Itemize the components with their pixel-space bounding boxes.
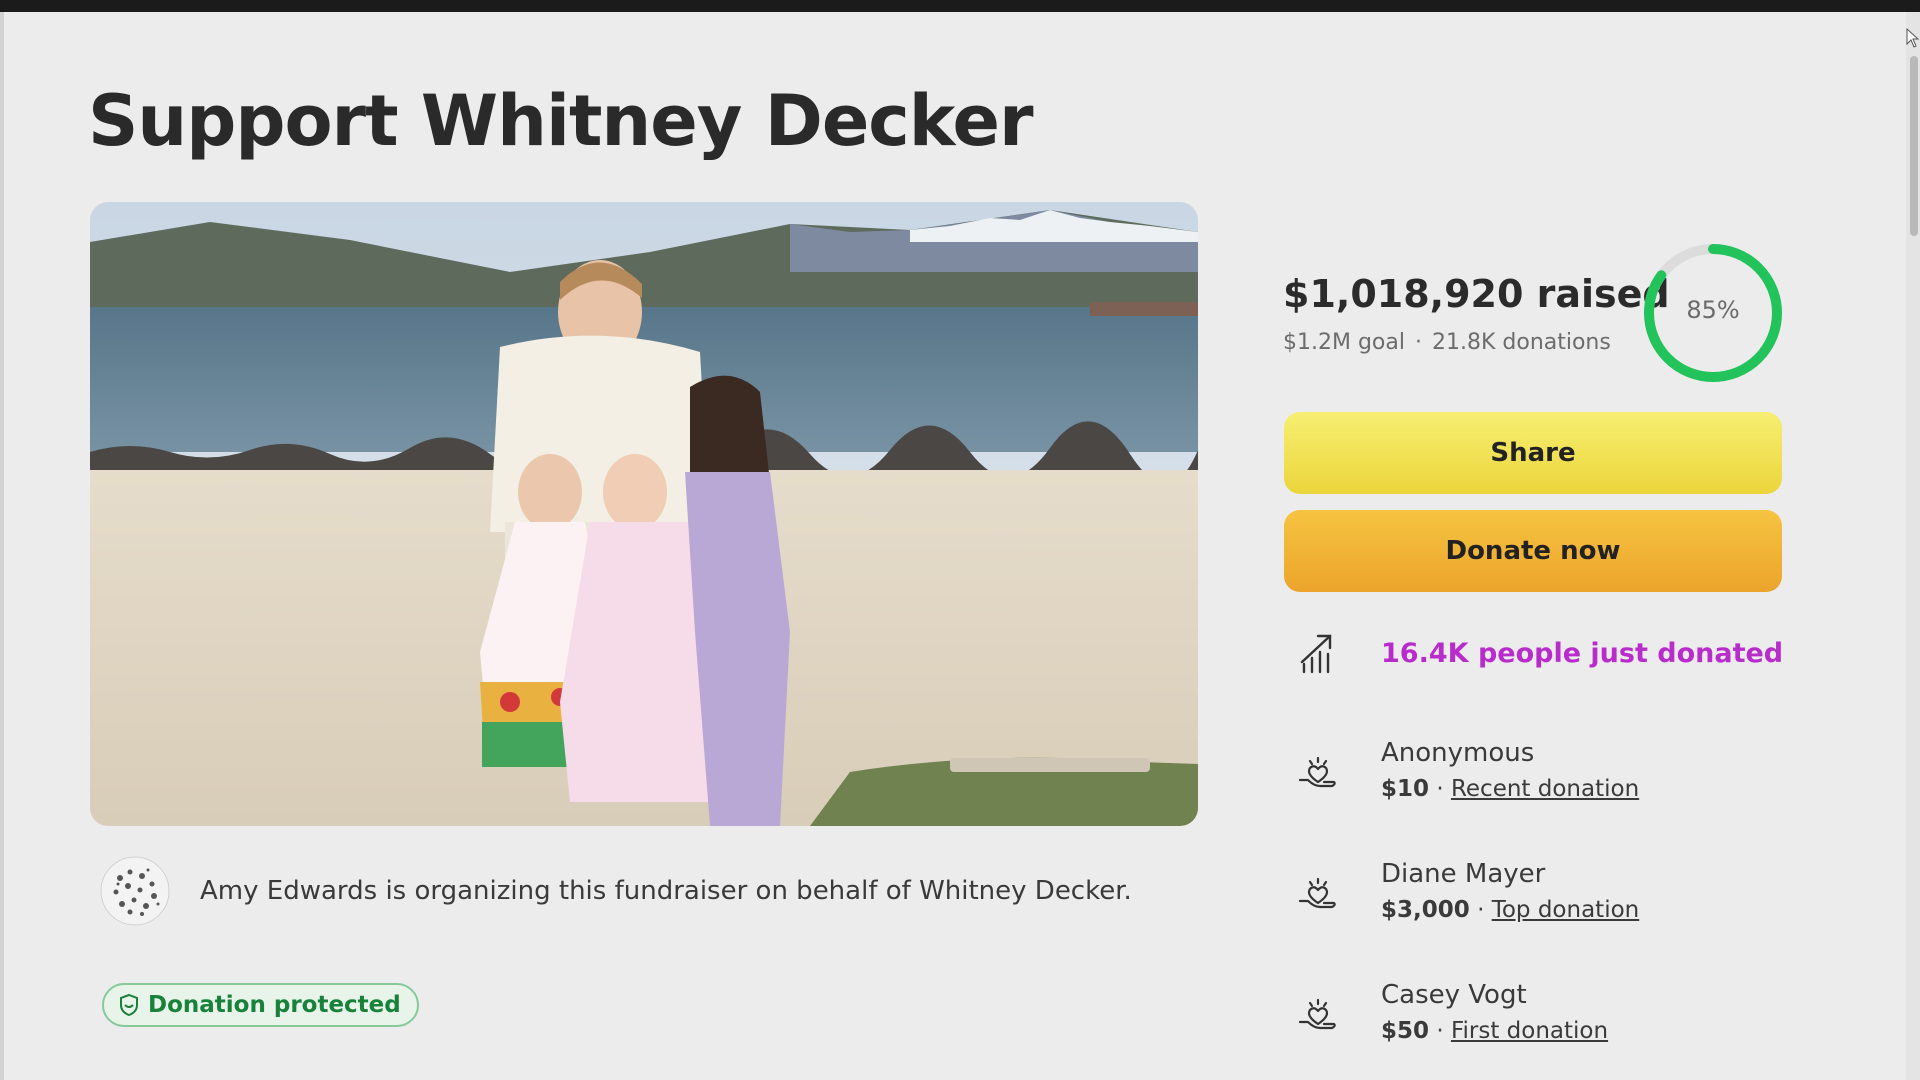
donor-detail: $3,000 · Top donation: [1381, 897, 1639, 923]
goal-meta: $1.2M goal · 21.8K donations: [1283, 330, 1611, 355]
donor-tag-link[interactable]: Recent donation: [1451, 776, 1639, 802]
window-top-bar: [0, 0, 1920, 12]
donor-tag-link[interactable]: Top donation: [1492, 897, 1640, 923]
meta-separator: ·: [1414, 330, 1422, 355]
window-left-edge: [0, 12, 4, 1080]
scrollbar-thumb[interactable]: [1910, 56, 1918, 236]
donor-amount: $10: [1381, 776, 1430, 802]
heart-hand-icon: [1298, 998, 1336, 1030]
mouse-cursor-icon: [1906, 28, 1920, 48]
share-button[interactable]: Share: [1284, 412, 1782, 494]
heart-hand-icon: [1298, 756, 1336, 788]
donor-item: Casey Vogt $50 · First donation: [1296, 980, 1776, 1060]
goal-amount: $1.2M goal: [1283, 330, 1405, 355]
donor-name: Casey Vogt: [1381, 980, 1527, 1010]
donor-detail: $10 · Recent donation: [1381, 776, 1639, 802]
donor-separator: ·: [1469, 897, 1492, 923]
donor-separator: ·: [1429, 1018, 1451, 1044]
fundraiser-photo: [90, 202, 1198, 826]
donation-protected-label: Donation protected: [148, 992, 401, 1018]
donor-name: Anonymous: [1381, 738, 1535, 768]
donation-count: 21.8K donations: [1431, 330, 1611, 355]
donation-protected-badge[interactable]: Donation protected: [102, 983, 419, 1027]
trending-up-icon: [1300, 634, 1332, 674]
donor-tag-link[interactable]: First donation: [1451, 1018, 1608, 1044]
donor-amount: $3,000: [1381, 897, 1470, 923]
donor-item: Diane Mayer $3,000 · Top donation: [1296, 859, 1776, 939]
donor-item: Anonymous $10 · Recent donation: [1296, 738, 1776, 818]
amount-raised: $1,018,920 raised: [1283, 272, 1670, 316]
donate-now-button[interactable]: Donate now: [1284, 510, 1782, 592]
donor-detail: $50 · First donation: [1381, 1018, 1608, 1044]
heart-hand-icon: [1298, 877, 1336, 909]
organizer-row: Amy Edwards is organizing this fundraise…: [100, 856, 1132, 926]
shield-icon: [120, 993, 138, 1017]
organizer-text: Amy Edwards is organizing this fundraise…: [200, 876, 1132, 906]
donor-amount: $50: [1381, 1018, 1430, 1044]
organizer-avatar[interactable]: [100, 856, 170, 926]
recent-donors-count: 16.4K people just donated: [1381, 638, 1784, 669]
donor-name: Diane Mayer: [1381, 859, 1546, 889]
progress-percent-label: 85%: [1686, 296, 1740, 324]
page-title: Support Whitney Decker: [88, 80, 1033, 162]
donor-separator: ·: [1429, 776, 1451, 802]
